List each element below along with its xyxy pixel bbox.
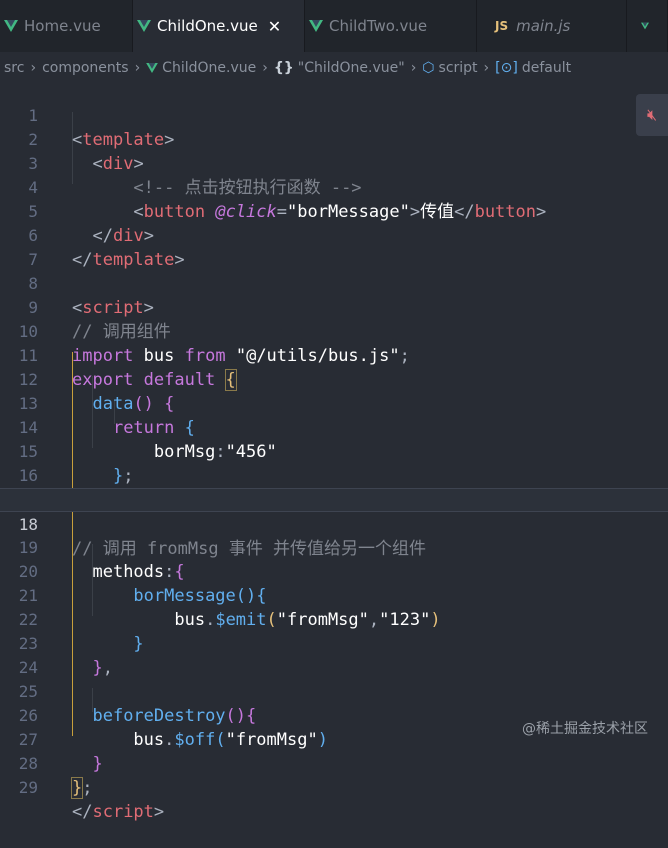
tab-label: Home.vue (24, 17, 101, 35)
close-icon[interactable]: ✕ (268, 17, 281, 36)
current-code-line: 18 // 调用 fromMsg 事件 并传值给另一个组件 (0, 488, 668, 559)
tab-home-vue[interactable]: Home.vue (0, 0, 133, 52)
code-line: 29 </script> (0, 752, 668, 822)
code-line: 16 }, (0, 440, 668, 510)
code-line: 5 </div> (0, 176, 668, 246)
braces-icon: {} (273, 60, 294, 76)
code-line: 4 <button @click="borMessage">传值</button… (0, 152, 668, 222)
code-line: 12 data() { (0, 344, 668, 414)
line-number: 29 (18, 778, 38, 797)
field-icon: [⊙] (495, 60, 518, 76)
tab-label: main.js (516, 17, 571, 35)
chevron-right-icon: › (410, 60, 417, 76)
js-icon: JS (495, 19, 509, 33)
breadcrumb-components[interactable]: components (42, 60, 129, 76)
code-line: 22 } (0, 584, 668, 654)
breadcrumb-default[interactable]: default (522, 60, 571, 76)
tab-label: ChildTwo.vue (329, 17, 428, 35)
vue-icon (137, 20, 151, 32)
vue-icon (309, 20, 323, 32)
breadcrumb-script[interactable]: script (439, 60, 478, 76)
vue-icon (4, 20, 18, 32)
code-line: 7 (0, 224, 668, 269)
chevron-right-icon: › (134, 60, 141, 76)
code-line: 1 <template> (0, 80, 668, 150)
code-line: 20 borMessage(){ (0, 536, 668, 606)
code-line: 10 import bus from "@/utils/bus.js"; (0, 296, 668, 366)
tab-main-js[interactable]: JS main.js (477, 0, 627, 52)
chevron-right-icon: › (262, 60, 268, 76)
code-line: 26 bus.$off("fromMsg") (0, 680, 668, 750)
code-line: 15 }; (0, 416, 668, 486)
code-line: 21 bus.$emit("fromMsg","123") (0, 560, 668, 630)
breadcrumb-file[interactable]: ChildOne.vue (162, 60, 256, 76)
code-line: 3 <!-- 点击按钮执行函数 --> (0, 128, 668, 198)
code-line: 13 return { (0, 368, 668, 438)
chevron-right-icon: › (30, 60, 37, 76)
vue-icon (146, 63, 159, 73)
vue-icon (641, 22, 649, 30)
code-line: 14 borMsg:"456" (0, 392, 668, 462)
code-editor[interactable]: 1 <template> 2 <div> 3 <!-- 点击按钮执行函数 -->… (0, 80, 668, 822)
code-line: 2 <div> (0, 104, 668, 174)
tab-childtwo-vue[interactable]: ChildTwo.vue (305, 0, 477, 52)
code-line: 8 <script> (0, 248, 668, 318)
code-line: 9 // 调用组件 (0, 272, 668, 342)
code-line: 24 (0, 632, 668, 677)
code-line: 17 (0, 464, 668, 509)
editor-tab-bar: Home.vue ChildOne.vue ✕ ChildTwo.vue JS … (0, 0, 668, 52)
mute-icon[interactable]: 🔇︎ (636, 94, 668, 136)
breadcrumb-src[interactable]: src (4, 60, 24, 76)
code-line: 11 export default { (0, 320, 668, 391)
code-line: 6 </template> (0, 200, 668, 270)
breadcrumb-component[interactable]: "ChildOne.vue" (298, 60, 405, 76)
tab-label: ChildOne.vue (157, 17, 258, 35)
code-line: 19 methods:{ (0, 512, 668, 582)
chevron-right-icon: › (483, 60, 490, 76)
code-line: 23 }, (0, 608, 668, 678)
tab-childone-vue[interactable]: ChildOne.vue ✕ (133, 0, 305, 52)
watermark: @稀土掘金技术社区 (522, 721, 648, 737)
code-line: 25 beforeDestroy(){ (0, 656, 668, 726)
tab-overflow[interactable] (627, 0, 668, 52)
cube-icon: ⬡ (422, 60, 435, 76)
